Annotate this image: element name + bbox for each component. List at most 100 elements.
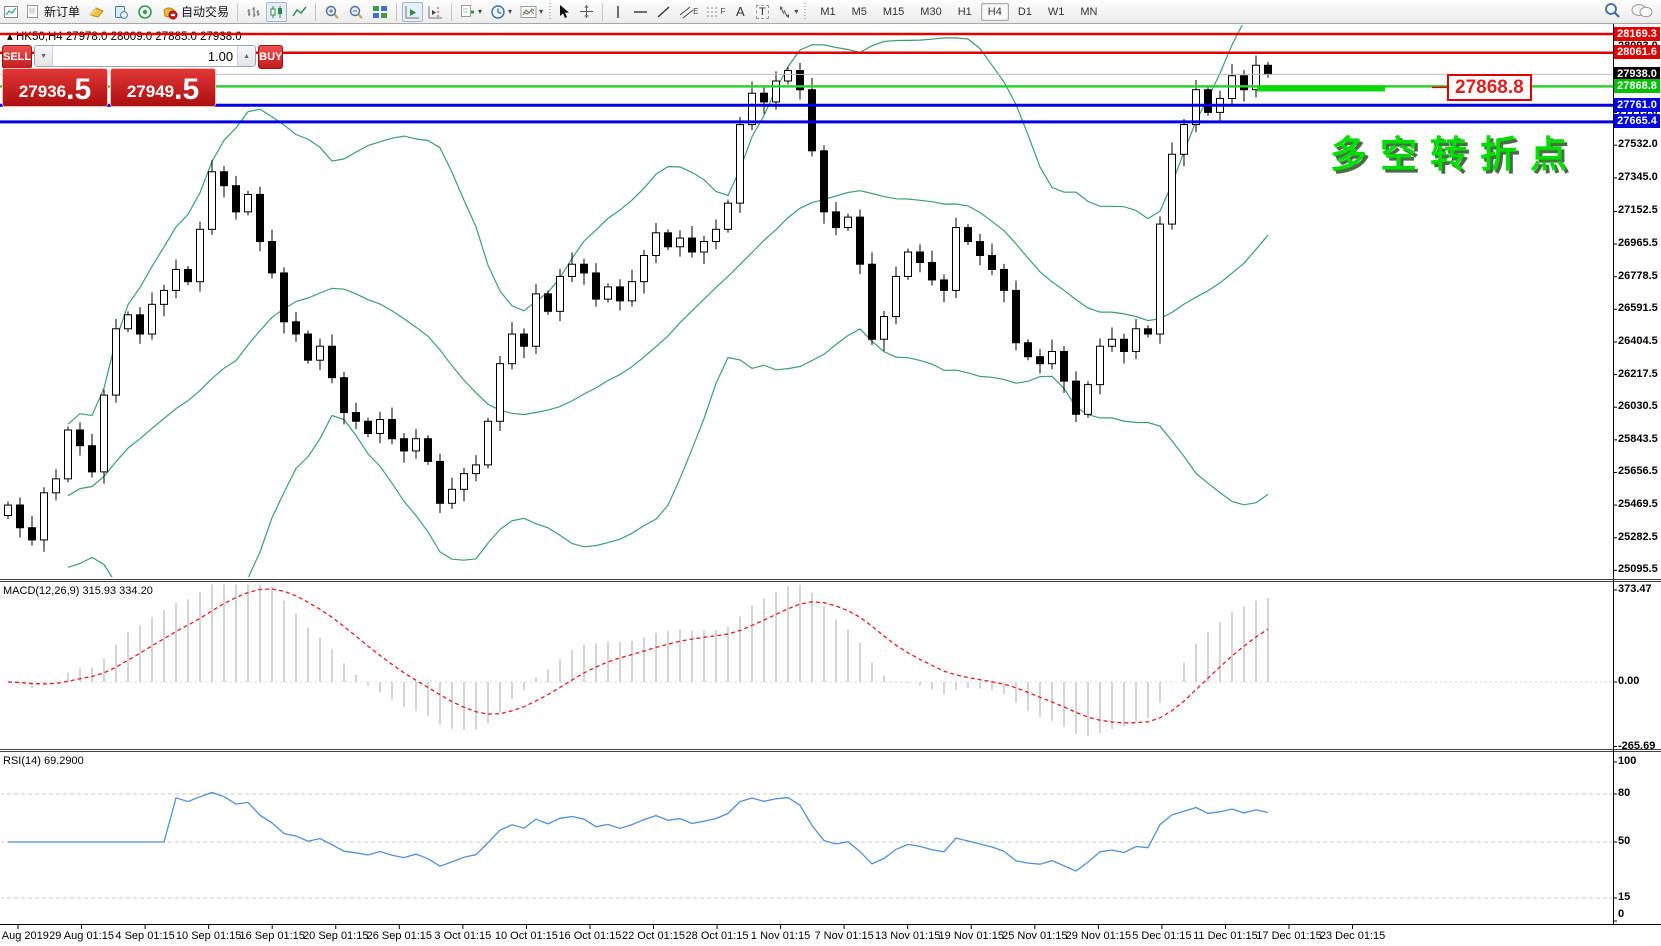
price-tag-label[interactable]: 27868.8: [1447, 74, 1532, 101]
indicators-button[interactable]: ▾: [517, 2, 546, 22]
date-label-11[interactable]: 28 Oct 01:15: [686, 930, 749, 942]
new-order-label: 新订单: [44, 3, 80, 20]
timeframe-H4[interactable]: H4: [981, 3, 1009, 21]
fibo-sub-label: F: [720, 7, 725, 16]
timeframe-D1[interactable]: D1: [1011, 3, 1039, 21]
trendline-button[interactable]: [653, 2, 674, 22]
timeframe-M15[interactable]: M15: [876, 3, 911, 21]
candlestick-chart-icon: [269, 5, 284, 19]
new-order-button[interactable]: 新订单: [23, 2, 83, 22]
chevron-down-icon: ▾: [539, 7, 543, 16]
date-label-20[interactable]: 17 Dec 01:15: [1256, 930, 1321, 942]
zoom-out-button[interactable]: [345, 2, 367, 22]
timeframe-MN[interactable]: MN: [1073, 3, 1104, 21]
date-label-18[interactable]: 5 Dec 01:15: [1132, 930, 1191, 942]
timeframe-M30[interactable]: M30: [913, 3, 948, 21]
date-label-1[interactable]: 29 Aug 01:15: [49, 930, 114, 942]
buy-button[interactable]: BUY: [258, 45, 283, 69]
timeframe-group: M1M5M15M30H1H4D1W1MN: [812, 3, 1105, 21]
bollinger-lower: [68, 329, 1268, 596]
price-tick-25282.5: 25282.5: [1618, 531, 1658, 543]
rsi-line: [8, 793, 1268, 872]
text-label-button[interactable]: T: [752, 2, 772, 22]
date-label-7[interactable]: 3 Oct 01:15: [434, 930, 491, 942]
date-label-15[interactable]: 19 Nov 01:15: [939, 930, 1004, 942]
clock-icon: [490, 4, 506, 20]
price-level-box-28061.6: 28061.6: [1614, 45, 1660, 59]
date-label-21[interactable]: 23 Dec 01:15: [1320, 930, 1385, 942]
text-button[interactable]: A: [730, 2, 750, 22]
buy-price-box[interactable]: 27949.5: [110, 68, 216, 107]
line-chart-icon: [292, 5, 307, 19]
toolbar-separator: [315, 3, 316, 21]
date-label-17[interactable]: 29 Nov 01:15: [1066, 930, 1131, 942]
date-label-12[interactable]: 1 Nov 01:15: [751, 930, 810, 942]
trendline-icon: [656, 5, 671, 19]
market-watch-button[interactable]: [85, 2, 108, 22]
app-chart-icon[interactable]: [1, 2, 21, 22]
line-chart-button[interactable]: [289, 2, 310, 22]
volume-decrease-button[interactable]: ▼: [35, 46, 53, 66]
date-label-16[interactable]: 25 Nov 01:15: [1002, 930, 1067, 942]
toolbar: 新订单 自动交易: [0, 0, 1661, 24]
data-window-icon: [113, 4, 129, 20]
autotrade-button[interactable]: 自动交易: [158, 2, 232, 22]
autotrade-icon: [161, 4, 178, 20]
price-tick-27532.0: 27532.0: [1618, 138, 1658, 150]
timeframe-H1[interactable]: H1: [951, 3, 979, 21]
date-label-13[interactable]: 7 Nov 01:15: [814, 930, 873, 942]
price-tick-26778.5: 26778.5: [1618, 270, 1658, 282]
date-label-14[interactable]: 13 Nov 01:15: [875, 930, 940, 942]
sell-price-box[interactable]: 27936.5: [2, 68, 108, 107]
date-label-4[interactable]: 16 Sep 01:15: [239, 930, 304, 942]
date-label-10[interactable]: 22 Oct 01:15: [622, 930, 685, 942]
navigator-button[interactable]: [134, 2, 156, 22]
zoom-in-icon: [324, 4, 340, 20]
volume-input[interactable]: [53, 46, 237, 66]
price-tick-27345.0: 27345.0: [1618, 171, 1658, 183]
sell-button[interactable]: SELL: [2, 45, 32, 69]
bar-chart-button[interactable]: [243, 2, 264, 22]
cursor-icon: [557, 4, 571, 19]
date-label-9[interactable]: 16 Oct 01:15: [558, 930, 621, 942]
vertical-line-button[interactable]: [608, 2, 628, 22]
volume-increase-button[interactable]: ▲: [237, 46, 255, 66]
zoom-out-icon: [348, 4, 364, 20]
rsi-scale-80: 80: [1618, 787, 1630, 799]
search-icon[interactable]: [1604, 2, 1621, 19]
horizontal-line-button[interactable]: [630, 2, 651, 22]
rsi-scale-0: 0: [1618, 908, 1624, 920]
new-chart-button[interactable]: ▾: [457, 2, 485, 22]
date-label-2[interactable]: 4 Sep 01:15: [115, 930, 174, 942]
date-label-6[interactable]: 26 Sep 01:15: [367, 930, 432, 942]
tile-windows-button[interactable]: [369, 2, 391, 22]
data-window-button[interactable]: [110, 2, 132, 22]
crosshair-button[interactable]: [576, 2, 597, 22]
date-label-5[interactable]: 20 Sep 01:15: [303, 930, 368, 942]
chat-icon[interactable]: [1631, 3, 1653, 19]
zoom-in-button[interactable]: [321, 2, 343, 22]
candlestick-chart-button[interactable]: [266, 2, 287, 22]
chart-shift-button[interactable]: [425, 2, 446, 22]
date-label-19[interactable]: 11 Dec 01:15: [1193, 930, 1258, 942]
fibonacci-button[interactable]: F: [703, 2, 728, 22]
cursor-button[interactable]: [554, 2, 574, 22]
toolbar-separator: [396, 3, 397, 21]
timeframe-W1[interactable]: W1: [1041, 3, 1072, 21]
profiles-button[interactable]: ▾: [487, 2, 515, 22]
date-label-8[interactable]: 10 Oct 01:15: [495, 930, 558, 942]
equidistant-channel-button[interactable]: E: [676, 2, 701, 22]
timeframe-M5[interactable]: M5: [845, 3, 874, 21]
rsi-label: RSI(14) 69.2900: [3, 755, 84, 767]
turning-point-annotation[interactable]: 多空转折点: [1330, 124, 1580, 178]
auto-scroll-button[interactable]: [402, 2, 423, 22]
toolbar-grip: [549, 3, 551, 21]
price-tick-27152.5: 27152.5: [1618, 204, 1658, 216]
date-label-3[interactable]: 10 Sep 01:15: [176, 930, 241, 942]
price-tick-26591.5: 26591.5: [1618, 302, 1658, 314]
shapes-button[interactable]: ▾: [774, 2, 801, 22]
timeframe-M1[interactable]: M1: [813, 3, 842, 21]
chevron-down-icon: ▾: [478, 7, 482, 16]
date-label-0[interactable]: 23 Aug 2019: [0, 930, 49, 942]
price-tick-25469.5: 25469.5: [1618, 498, 1658, 510]
